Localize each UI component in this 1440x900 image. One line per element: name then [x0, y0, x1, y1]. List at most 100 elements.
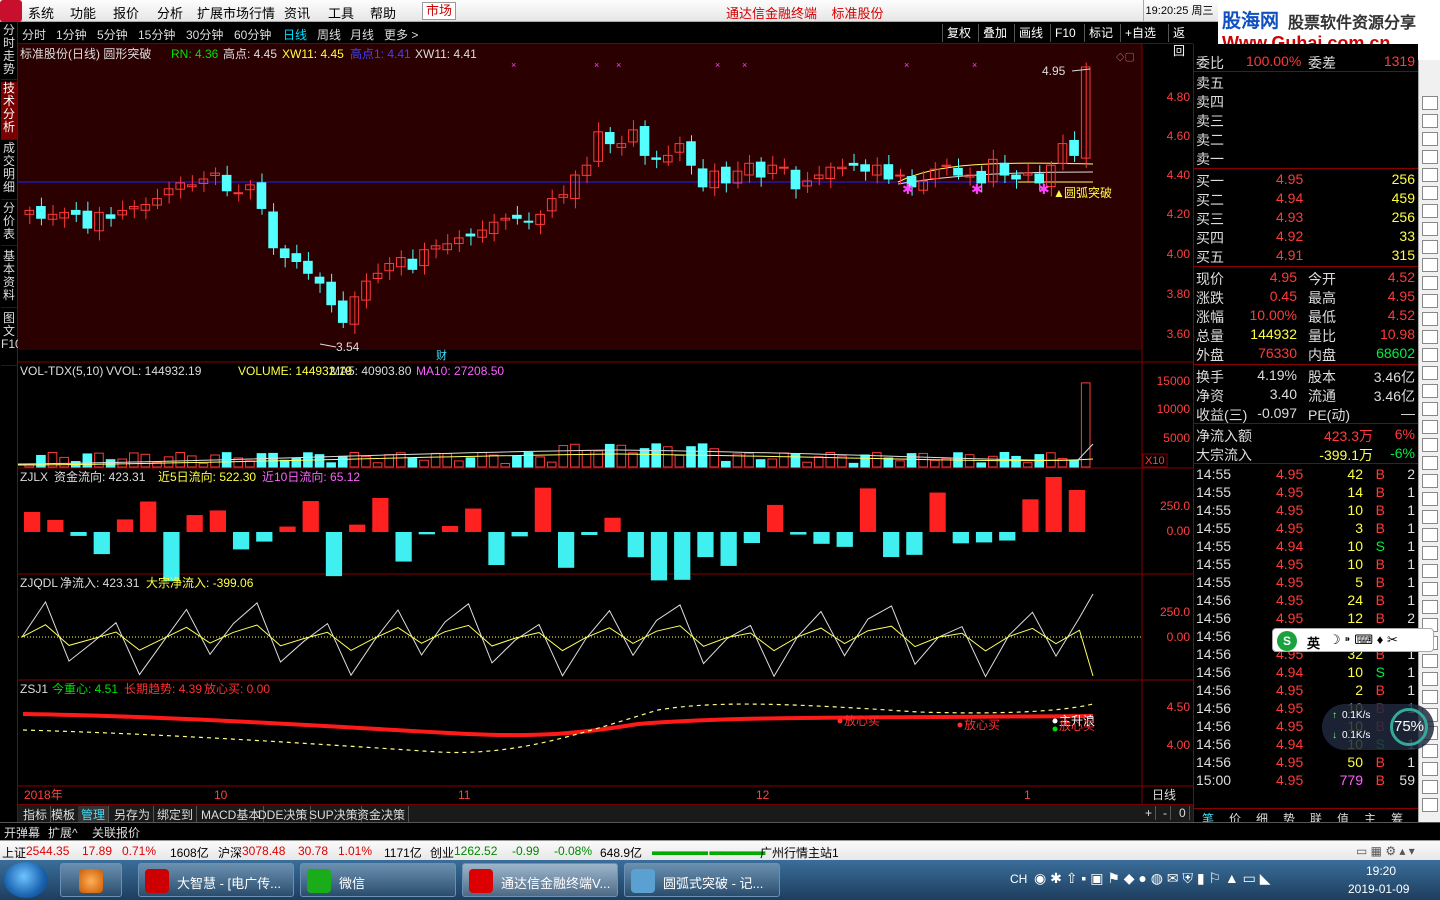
period-more[interactable]: 更多 > — [384, 26, 418, 43]
flow-row[interactable]: 净流入额 423.3万 6% — [1194, 425, 1419, 444]
app-logo-icon[interactable] — [0, 0, 22, 22]
stat-row[interactable]: 换手 4.19% 股本 3.46亿 — [1194, 366, 1419, 385]
tray-lang[interactable]: CH — [1010, 872, 1027, 886]
tool-icon[interactable] — [1422, 492, 1438, 506]
bid-row[interactable]: 买四 4.92 33 — [1194, 227, 1419, 246]
flow-row[interactable]: 大宗流入 -399.1万 -6% — [1194, 444, 1419, 463]
period-30min[interactable]: 30分钟 — [186, 26, 223, 43]
tray-icons[interactable]: ◉ ✱ ⇧ ▪ ▣ ⚑ ◆ ● ◍ ✉ ⛨ ▮ ⚐ ▲ ▭ ◣ — [1034, 870, 1271, 887]
menu-system[interactable]: 系统 — [28, 3, 54, 22]
ask-row[interactable]: 卖三 — [1194, 110, 1419, 129]
danmu-button[interactable]: 开弹幕 — [4, 824, 40, 841]
menu-analysis[interactable]: 分析 — [157, 3, 183, 22]
server-name[interactable]: 广州行情主站1 — [760, 844, 839, 861]
tool-icon[interactable] — [1422, 150, 1438, 164]
ask-row[interactable]: 卖一 — [1194, 148, 1419, 167]
tab-indicator[interactable]: 指标 — [20, 806, 52, 823]
sidetab-deals[interactable]: 成交明细 — [1, 142, 17, 200]
tray-time[interactable]: 19:20 — [1366, 864, 1396, 878]
sidetab-price-dist[interactable]: 分价表 — [1, 202, 17, 246]
tab-manage[interactable]: 管理 — [78, 806, 110, 823]
sidetab-fundamentals[interactable]: 基本资料 — [1, 250, 17, 308]
tool-icon[interactable] — [1422, 240, 1438, 254]
tick-row[interactable]: 14:55 4.95 10 B 1 — [1194, 555, 1419, 574]
task-app-icon[interactable] — [60, 863, 122, 897]
period-1min[interactable]: 1分钟 — [56, 26, 87, 43]
tool-icon[interactable] — [1422, 366, 1438, 380]
ime-toolbar[interactable]: S 英 ☽ ⁍ ⌨ ♦ ✂ — [1272, 628, 1434, 652]
task-notepad[interactable]: 圆弧式突破 - 记... — [624, 863, 780, 897]
ask-row[interactable]: 卖五 — [1194, 72, 1419, 91]
tool-icon[interactable] — [1422, 420, 1438, 434]
menu-help[interactable]: 帮助 — [370, 3, 396, 22]
tool-icon[interactable] — [1422, 744, 1438, 758]
menu-tools[interactable]: 工具 — [328, 3, 354, 22]
tool-icon[interactable] — [1422, 456, 1438, 470]
stat-row[interactable]: 收益(三) -0.097 PE(动) — — [1194, 404, 1419, 423]
tab-dde[interactable]: DDE决策 — [255, 806, 312, 823]
panel-options-icon[interactable]: ◇▢ — [1116, 51, 1135, 63]
sidetab-f10[interactable]: 图文F10 — [1, 312, 22, 366]
related-quote-button[interactable]: 关联报价 — [92, 824, 140, 841]
status-icons[interactable]: ▭ ▦ ⚙ ▴ ▾ — [1356, 844, 1415, 858]
menu-quote[interactable]: 报价 — [113, 3, 139, 22]
stat-row[interactable]: 外盘 76330 内盘 68602 — [1194, 344, 1419, 363]
tool-icon[interactable] — [1422, 168, 1438, 182]
period-weekly[interactable]: 周线 — [317, 26, 341, 43]
task-tdx[interactable]: 通达信金融终端V... — [462, 863, 618, 897]
tool-icon[interactable] — [1422, 276, 1438, 290]
tick-row[interactable]: 14:55 4.95 42 B 2 — [1194, 465, 1419, 484]
tick-row[interactable]: 14:56 4.95 12 B 2 — [1194, 609, 1419, 628]
bid-row[interactable]: 买五 4.91 315 — [1194, 246, 1419, 265]
zoom-out-button[interactable]: - — [1160, 806, 1171, 820]
start-button[interactable] — [4, 862, 48, 898]
mark-button[interactable]: 标记 — [1084, 24, 1117, 42]
bid-row[interactable]: 买三 4.93 256 — [1194, 208, 1419, 227]
tick-row[interactable]: 14:56 4.95 50 B 1 — [1194, 753, 1419, 772]
tool-icon[interactable] — [1422, 204, 1438, 218]
ask-row[interactable]: 卖四 — [1194, 91, 1419, 110]
stat-row[interactable]: 现价 4.95 今开 4.52 — [1194, 268, 1419, 287]
net-speed-widget[interactable]: ↑ 0.1K/s ↓ 0.1K/s 75% — [1322, 704, 1434, 750]
tool-icon[interactable] — [1422, 600, 1438, 614]
tool-icon[interactable] — [1422, 690, 1438, 704]
tool-icon[interactable] — [1422, 294, 1438, 308]
tool-icon[interactable] — [1422, 564, 1438, 578]
period-5min[interactable]: 5分钟 — [97, 26, 128, 43]
tool-icon[interactable] — [1422, 780, 1438, 794]
tick-row[interactable]: 14:55 4.95 3 B 1 — [1194, 519, 1419, 538]
stat-row[interactable]: 涨幅 10.00% 最低 4.52 — [1194, 306, 1419, 325]
f10-button[interactable]: F10 — [1050, 24, 1080, 42]
ask-row[interactable]: 卖二 — [1194, 129, 1419, 148]
tool-icon[interactable] — [1422, 132, 1438, 146]
task-dazhihui[interactable]: 大智慧 - [电广传... — [138, 863, 294, 897]
bid-row[interactable]: 买二 4.94 459 — [1194, 189, 1419, 208]
tab-template[interactable]: 模板 — [48, 806, 80, 823]
tick-row[interactable]: 14:55 4.95 14 B 1 — [1194, 483, 1419, 502]
period-15min[interactable]: 15分钟 — [138, 26, 175, 43]
tool-icon[interactable] — [1422, 348, 1438, 362]
expand-button[interactable]: 扩展^ — [48, 824, 78, 841]
tick-row[interactable]: 14:55 4.95 5 B 1 — [1194, 573, 1419, 592]
fuquan-button[interactable]: 复权 — [942, 24, 975, 42]
tool-icon[interactable] — [1422, 762, 1438, 776]
tool-icon[interactable] — [1422, 474, 1438, 488]
tick-row[interactable]: 14:55 4.95 10 B 1 — [1194, 501, 1419, 520]
period-daily[interactable]: 日线 — [283, 26, 307, 43]
tool-icon[interactable] — [1422, 384, 1438, 398]
menu-ext-market[interactable]: 扩展市场行情 — [197, 3, 275, 22]
tool-icon[interactable] — [1422, 312, 1438, 326]
reset-button[interactable]: 0 — [1176, 806, 1190, 820]
tick-row[interactable]: 14:56 4.95 2 B 1 — [1194, 681, 1419, 700]
tool-icon[interactable] — [1422, 438, 1438, 452]
ime-tools-icon[interactable]: ☽ ⁍ ⌨ ♦ ✂ — [1329, 632, 1398, 648]
tool-icon[interactable] — [1422, 330, 1438, 344]
sidetab-timeshare[interactable]: 分时走势 — [1, 24, 17, 80]
stat-row[interactable]: 净资 3.40 流通 3.46亿 — [1194, 385, 1419, 404]
menu-news[interactable]: 资讯 — [284, 3, 310, 22]
overlay-button[interactable]: 叠加 — [978, 24, 1011, 42]
tool-icon[interactable] — [1422, 672, 1438, 686]
sidetab-technical[interactable]: 技术分析 — [1, 82, 17, 140]
tab-bind-to[interactable]: 绑定到 — [154, 806, 198, 823]
tool-icon[interactable] — [1422, 258, 1438, 272]
